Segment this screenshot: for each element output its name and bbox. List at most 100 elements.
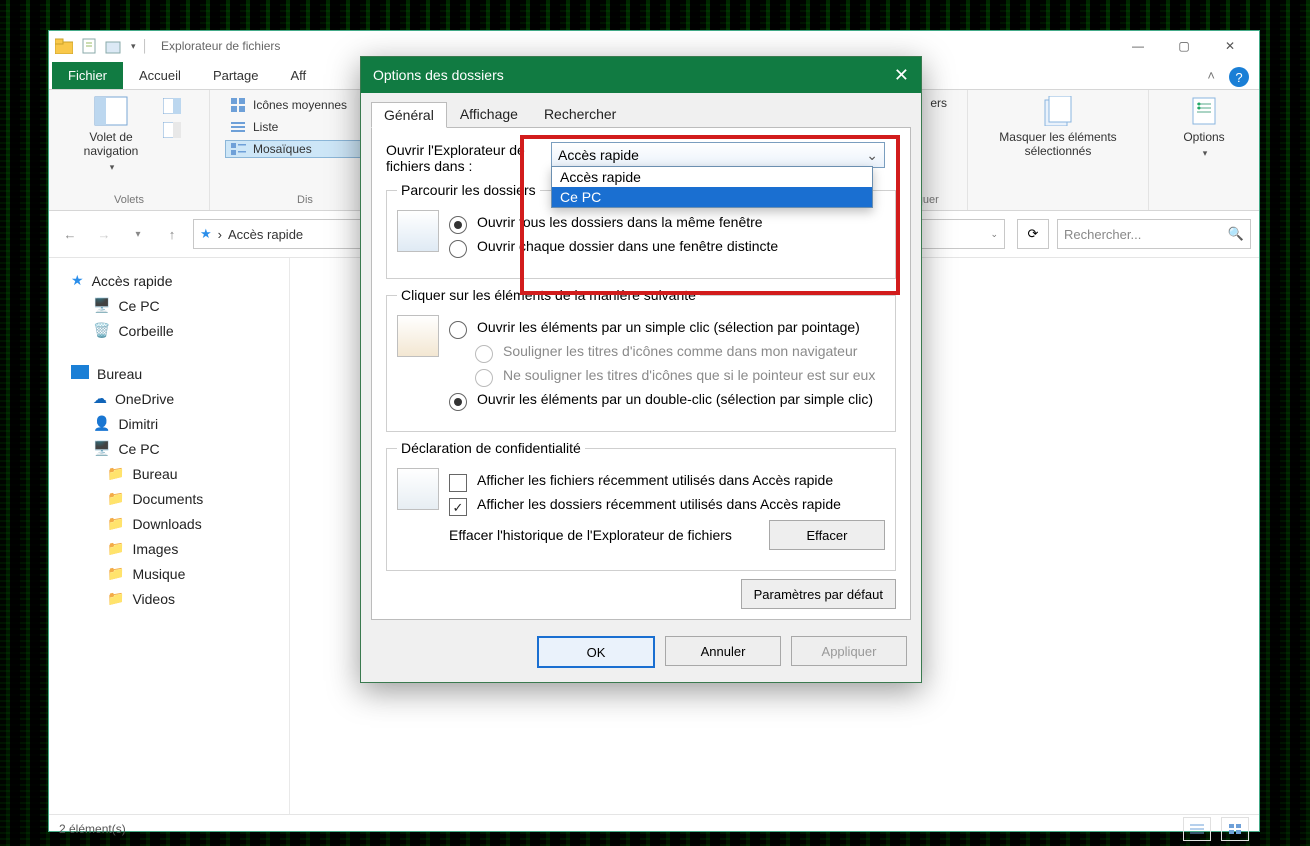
- sidebar-item-desktop[interactable]: Bureau: [49, 361, 289, 386]
- search-placeholder: Rechercher...: [1064, 227, 1141, 242]
- maximize-button[interactable]: ▢: [1161, 31, 1207, 61]
- tab-share[interactable]: Partage: [197, 62, 275, 89]
- search-box[interactable]: Rechercher... 🔍: [1057, 219, 1251, 249]
- window-title: Explorateur de fichiers: [161, 39, 280, 53]
- dialog-tabs: Général Affichage Rechercher: [361, 93, 921, 127]
- dialog-titlebar[interactable]: Options des dossiers ✕: [361, 57, 921, 93]
- privacy-icon: [397, 468, 439, 510]
- click-items-group: Cliquer sur les éléments de la manière s…: [386, 287, 896, 432]
- tab-home[interactable]: Accueil: [123, 62, 197, 89]
- radio-single-click[interactable]: [449, 321, 467, 339]
- recycle-icon: 🗑️: [93, 322, 110, 339]
- ok-button[interactable]: OK: [537, 636, 655, 668]
- ribbon-collapse-icon[interactable]: ˄: [1197, 62, 1225, 89]
- sidebar-item-bureau[interactable]: 📁Bureau: [49, 461, 289, 486]
- folder-options-dialog: Options des dossiers ✕ Général Affichage…: [360, 56, 922, 683]
- sidebar-item-videos[interactable]: 📁Videos: [49, 586, 289, 611]
- up-button[interactable]: ↑: [159, 221, 185, 247]
- checkbox-recent-files[interactable]: [449, 474, 467, 492]
- open-explorer-dropdown: Accès rapide Ce PC: [551, 166, 873, 208]
- qat-properties-icon[interactable]: [81, 38, 97, 54]
- clear-history-label: Effacer l'historique de l'Explorateur de…: [449, 527, 759, 543]
- dialog-tab-view[interactable]: Affichage: [447, 101, 531, 127]
- clear-history-button[interactable]: Effacer: [769, 520, 885, 550]
- sidebar-item-music[interactable]: 📁Musique: [49, 561, 289, 586]
- radio-double-click[interactable]: [449, 393, 467, 411]
- apply-button: Appliquer: [791, 636, 907, 666]
- star-icon: ★: [71, 272, 84, 289]
- details-pane-button[interactable]: [157, 120, 187, 140]
- minimize-button[interactable]: —: [1115, 31, 1161, 61]
- dialog-title: Options des dossiers: [373, 67, 504, 83]
- tab-file[interactable]: Fichier: [52, 62, 123, 89]
- sidebar-item-onedrive[interactable]: ☁OneDrive: [49, 386, 289, 411]
- layout-group-label: Dis: [297, 192, 313, 208]
- quick-access-toolbar: ▾: [55, 38, 136, 54]
- open-explorer-label: Ouvrir l'Explorateur de fichiers dans :: [386, 142, 541, 174]
- navigation-tree[interactable]: ★Accès rapide 🖥️Ce PC 🗑️Corbeille Bureau…: [49, 258, 290, 814]
- privacy-legend: Déclaration de confidentialité: [397, 440, 585, 456]
- sidebar-item-images[interactable]: 📁Images: [49, 536, 289, 561]
- preview-pane-button[interactable]: [157, 96, 187, 116]
- dropdown-option-thispc[interactable]: Ce PC: [552, 187, 872, 207]
- dropdown-option-quickaccess[interactable]: Accès rapide: [552, 167, 872, 187]
- radio-underline-hover: [475, 369, 493, 387]
- pc-icon: 🖥️: [93, 297, 110, 314]
- click-items-legend: Cliquer sur les éléments de la manière s…: [397, 287, 700, 303]
- desktop-icon: [71, 365, 89, 382]
- close-button[interactable]: ✕: [1207, 31, 1253, 61]
- cloud-icon: ☁: [93, 390, 107, 407]
- help-button[interactable]: ?: [1229, 67, 1249, 87]
- view-large-button[interactable]: [1221, 817, 1249, 841]
- sidebar-item-downloads[interactable]: 📁Downloads: [49, 511, 289, 536]
- qat-newfolder-icon[interactable]: [105, 38, 121, 54]
- cancel-button[interactable]: Annuler: [665, 636, 781, 666]
- restore-defaults-button[interactable]: Paramètres par défaut: [741, 579, 896, 609]
- browse-folders-icon: [397, 210, 439, 252]
- folder-icon: 📁: [107, 490, 124, 507]
- folder-icon: 📁: [107, 565, 124, 582]
- click-items-icon: [397, 315, 439, 357]
- tab-view[interactable]: Aff: [274, 62, 322, 89]
- dialog-footer: OK Annuler Appliquer: [361, 630, 921, 682]
- privacy-group: Déclaration de confidentialité Afficher …: [386, 440, 896, 571]
- explorer-icon: [55, 38, 73, 54]
- item-count: 2 élément(s): [59, 822, 126, 836]
- folder-icon: 📁: [107, 465, 124, 482]
- folder-icon: 📁: [107, 515, 124, 532]
- dialog-tab-general[interactable]: Général: [371, 102, 447, 128]
- recent-locations-button[interactable]: ▾: [125, 221, 151, 247]
- folder-icon: 📁: [107, 540, 124, 557]
- sidebar-item-documents[interactable]: 📁Documents: [49, 486, 289, 511]
- dialog-close-button[interactable]: ✕: [894, 65, 909, 86]
- chevron-down-icon: ⌄: [866, 147, 878, 164]
- view-details-button[interactable]: [1183, 817, 1211, 841]
- quickaccess-star-icon: ★: [200, 226, 212, 242]
- pc-icon: 🖥️: [93, 440, 110, 457]
- radio-same-window[interactable]: [449, 216, 467, 234]
- panes-group-label: Volets: [114, 192, 144, 208]
- options-button[interactable]: Options▾: [1164, 96, 1244, 159]
- open-explorer-select[interactable]: Accès rapide⌄: [551, 142, 885, 168]
- search-icon: 🔍: [1228, 226, 1244, 242]
- hide-selected-button[interactable]: Masquer les éléments sélectionnés: [983, 96, 1133, 158]
- folder-icon: 📁: [107, 590, 124, 607]
- sidebar-item-user[interactable]: 👤Dimitri: [49, 411, 289, 436]
- back-button[interactable]: ←: [57, 221, 83, 247]
- status-bar: 2 élément(s): [49, 814, 1259, 843]
- radio-underline-browser: [475, 345, 493, 363]
- checkbox-recent-folders[interactable]: [449, 498, 467, 516]
- titlebar-separator: │: [142, 39, 150, 53]
- sidebar-item-quickaccess[interactable]: ★Accès rapide: [49, 268, 289, 293]
- dialog-tab-search[interactable]: Rechercher: [531, 101, 629, 127]
- forward-button[interactable]: →: [91, 221, 117, 247]
- qat-customize-icon[interactable]: ▾: [131, 41, 136, 52]
- breadcrumb[interactable]: Accès rapide: [228, 227, 303, 242]
- user-icon: 👤: [93, 415, 110, 432]
- sidebar-item-thispc2[interactable]: 🖥️Ce PC: [49, 436, 289, 461]
- radio-separate-window[interactable]: [449, 240, 467, 258]
- refresh-button[interactable]: ⟳: [1017, 219, 1049, 249]
- sidebar-item-recycle[interactable]: 🗑️Corbeille: [49, 318, 289, 343]
- sidebar-item-thispc[interactable]: 🖥️Ce PC: [49, 293, 289, 318]
- navigation-pane-button[interactable]: Volet de navigation▾: [71, 96, 151, 173]
